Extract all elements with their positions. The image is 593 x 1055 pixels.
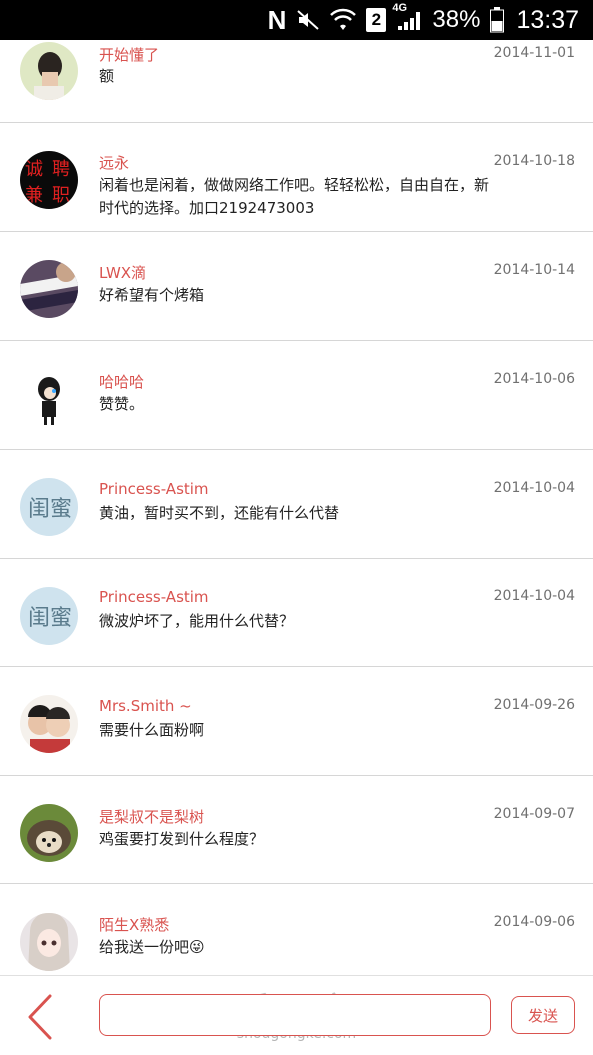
svg-text:聘: 聘 <box>52 159 70 180</box>
comment-text: 额 <box>99 67 115 85</box>
battery-icon <box>490 7 505 33</box>
mute-icon <box>296 8 320 32</box>
comment-text: 好希望有个烤箱 <box>99 286 205 304</box>
svg-text:闺蜜: 闺蜜 <box>28 606 72 631</box>
comment-text: 赞赞。 <box>99 395 145 413</box>
comment-row[interactable]: 是梨叔不是梨树 2014-09-07 鸡蛋要打发到什么程度？ <box>0 776 593 884</box>
comment-date: 2014-10-18 <box>493 153 575 169</box>
comment-username[interactable]: 是梨叔不是梨树 <box>99 806 204 827</box>
svg-text:闺蜜: 闺蜜 <box>28 497 72 522</box>
comment-text-body: 给我送一份吧 <box>99 938 190 956</box>
comment-row[interactable]: 开始懂了 2014-11-01 额 <box>0 40 593 123</box>
comment-date: 2014-09-26 <box>493 697 575 713</box>
comment-text: 给我送一份吧😜 <box>99 936 491 959</box>
comment-row[interactable]: 闺蜜 Princess-Astim 2014-10-04 微波炉坏了，能用什么代… <box>0 559 593 667</box>
back-button[interactable] <box>22 992 58 1042</box>
clock: 13:37 <box>516 5 579 34</box>
comment-username[interactable]: Mrs.Smith ~ <box>99 697 192 715</box>
comment-username[interactable]: 开始懂了 <box>99 44 159 65</box>
comment-text: 鸡蛋要打发到什么程度？ <box>99 830 265 848</box>
wifi-icon <box>330 8 357 32</box>
battery-percent: 38% <box>432 6 481 33</box>
comment-username[interactable]: LWX滴 <box>99 262 146 283</box>
couple-avatar-icon[interactable] <box>20 695 78 753</box>
comment-username[interactable]: 远永 <box>99 152 129 173</box>
comment-row[interactable]: Mrs.Smith ~ 2014-09-26 需要什么面粉啊 <box>0 668 593 776</box>
sim-slot-label: 2 <box>371 10 382 29</box>
scarf-avatar-icon[interactable] <box>20 260 78 318</box>
wink-emoji-icon: 😜 <box>189 938 205 956</box>
comment-date: 2014-10-04 <box>493 480 575 496</box>
comment-date: 2014-10-06 <box>493 371 575 387</box>
comment-row[interactable]: 闺蜜 Princess-Astim 2014-10-04 黄油，暂时买不到，还能… <box>0 451 593 559</box>
divider <box>0 666 593 667</box>
send-button[interactable]: 发送 <box>511 996 575 1034</box>
girl-avatar-icon[interactable] <box>20 42 78 100</box>
comment-list[interactable]: 开始懂了 2014-11-01 额 诚聘兼职 远永 2014-10-18 闲着也… <box>0 40 593 975</box>
comment-username[interactable]: 哈哈哈 <box>99 371 144 392</box>
comment-date: 2014-09-07 <box>493 806 575 822</box>
comment-text: 闲着也是闲着，做做网络工作吧。轻轻松松，自由自在，新时代的选择。加口219247… <box>99 176 490 217</box>
comment-row[interactable]: 哈哈哈 2014-10-06 赞赞。 <box>0 342 593 450</box>
svg-text:诚: 诚 <box>25 159 43 180</box>
comment-username[interactable]: Princess-Astim <box>99 480 209 498</box>
comment-row[interactable]: 诚聘兼职 远永 2014-10-18 闲着也是闲着，做做网络工作吧。轻轻松松，自… <box>0 124 593 232</box>
sim-slot-icon: 2 <box>366 8 387 32</box>
anime-girl-avatar-icon[interactable] <box>20 913 78 971</box>
divider <box>0 122 593 123</box>
comment-date: 2014-10-04 <box>493 588 575 604</box>
comment-text: 需要什么面粉啊 <box>99 721 205 739</box>
chevron-left-icon <box>28 994 52 1040</box>
comment-date: 2014-10-14 <box>493 262 575 278</box>
comment-text: 微波炉坏了，能用什么代替？ <box>99 612 295 630</box>
comment-date: 2014-09-06 <box>493 914 575 930</box>
divider <box>0 449 593 450</box>
network-type: 4G <box>392 2 408 14</box>
svg-text:职: 职 <box>52 185 70 206</box>
divider <box>0 340 593 341</box>
comment-input-bar: 手工客 shougongke.com 发送 <box>0 975 593 1055</box>
comment-text: 黄油，暂时买不到，还能有什么代替 <box>99 504 340 522</box>
recruitment-ad-avatar-icon[interactable]: 诚聘兼职 <box>20 151 78 209</box>
hedgehog-avatar-icon[interactable] <box>20 804 78 862</box>
divider <box>0 231 593 232</box>
comment-row[interactable]: LWX滴 2014-10-14 好希望有个烤箱 <box>0 233 593 341</box>
nfc-icon: N <box>267 4 287 35</box>
status-bar: N 2 4G 38% 13:37 <box>0 0 593 40</box>
signal-icon: 4G <box>392 2 422 32</box>
comment-date: 2014-11-01 <box>493 45 575 61</box>
svg-text:兼: 兼 <box>25 185 43 206</box>
divider <box>0 883 593 884</box>
anime-character-avatar-icon[interactable] <box>20 369 78 427</box>
comment-input[interactable] <box>99 994 491 1036</box>
comment-row[interactable]: 陌生X熟悉 2014-09-06 给我送一份吧😜 <box>0 885 593 975</box>
comment-username[interactable]: Princess-Astim <box>99 588 209 606</box>
calligraphy-avatar-icon[interactable]: 闺蜜 <box>20 587 78 645</box>
calligraphy-avatar-icon[interactable]: 闺蜜 <box>20 478 78 536</box>
comment-username[interactable]: 陌生X熟悉 <box>99 914 169 935</box>
